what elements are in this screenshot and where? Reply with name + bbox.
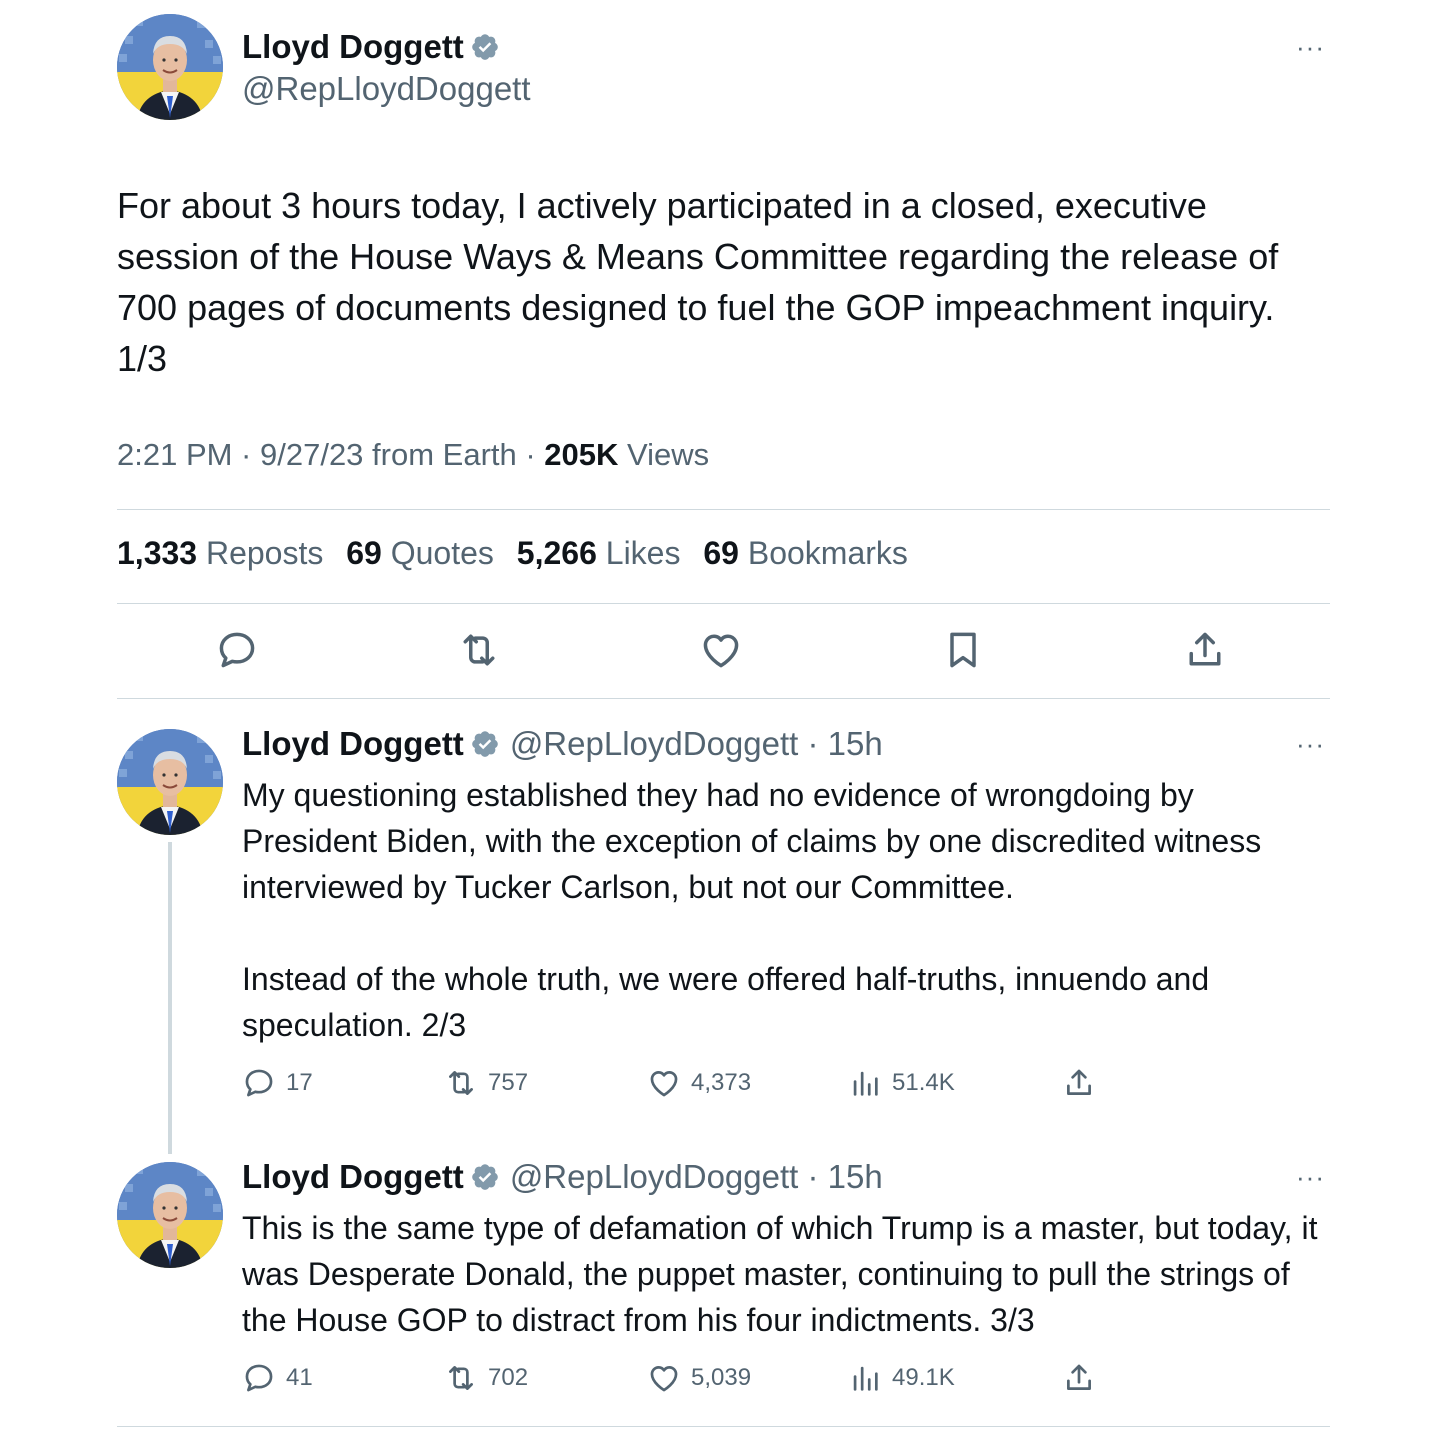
repost-icon — [457, 628, 501, 672]
reply-button[interactable]: 17 — [242, 1066, 313, 1100]
avatar[interactable] — [117, 14, 223, 120]
like-button[interactable]: 5,039 — [647, 1361, 751, 1395]
bookmark-icon — [941, 628, 985, 672]
reply-text: My questioning established they had no e… — [242, 772, 1322, 1048]
more-options-icon[interactable]: ··· — [1296, 731, 1325, 757]
like-icon — [699, 628, 743, 672]
verified-badge-icon — [470, 32, 500, 62]
like-icon — [647, 1066, 681, 1100]
likes-count: 5,039 — [691, 1364, 752, 1391]
reply-icon — [242, 1066, 276, 1100]
more-options-icon[interactable]: ··· — [1296, 1164, 1325, 1190]
tweet-meta: 2:21 PM · 9/27/23 from Earth · 205K View… — [117, 437, 709, 473]
reposts-count: 702 — [488, 1364, 529, 1391]
replies-count: 41 — [286, 1364, 313, 1391]
reply-header: Lloyd Doggett @RepLloydDoggett · 15h — [242, 1155, 883, 1199]
share-button[interactable] — [1183, 628, 1227, 672]
reply-paragraph: Instead of the whole truth, we were offe… — [242, 961, 1210, 1043]
repost-icon — [444, 1066, 478, 1100]
avatar[interactable] — [117, 729, 223, 835]
reposts-label: Reposts — [197, 535, 324, 571]
like-button[interactable] — [699, 628, 743, 672]
views-button[interactable]: 49.1K — [848, 1361, 955, 1395]
share-icon — [1183, 628, 1227, 672]
bookmarks-stat[interactable]: 69 Bookmarks — [703, 535, 908, 571]
tweet-actions — [0, 628, 1447, 678]
quotes-count: 69 — [346, 535, 382, 571]
author-header: Lloyd Doggett @RepLloydDoggett — [242, 26, 531, 108]
reply-button[interactable] — [215, 628, 259, 672]
share-button[interactable] — [1062, 1361, 1106, 1395]
quotes-label: Quotes — [381, 535, 494, 571]
reply-icon — [242, 1361, 276, 1395]
likes-stat[interactable]: 5,266 Likes — [517, 535, 681, 571]
views-count: 205K — [544, 437, 619, 472]
reply-paragraph: My questioning established they had no e… — [242, 777, 1262, 905]
author-handle-time[interactable]: @RepLloydDoggett · 15h — [510, 725, 883, 763]
engagement-stats: 1,333 Reposts 69 Quotes 5,266 Likes 69 B… — [117, 535, 922, 572]
likes-count: 5,266 — [516, 535, 597, 571]
views-count: 49.1K — [892, 1364, 955, 1391]
quotes-stat[interactable]: 69 Quotes — [346, 535, 494, 571]
reply-paragraph: This is the same type of defamation of w… — [242, 1210, 1318, 1338]
reply-actions: 41 702 5,039 49.1K — [242, 1361, 1142, 1397]
share-button[interactable] — [1062, 1066, 1106, 1100]
repost-button[interactable]: 702 — [444, 1361, 528, 1395]
thread-connector-line — [168, 842, 172, 1154]
divider — [117, 509, 1330, 510]
author-name[interactable]: Lloyd Doggett — [242, 725, 464, 763]
reposts-stat[interactable]: 1,333 Reposts — [117, 535, 323, 571]
reply-icon — [215, 628, 259, 672]
views-icon — [848, 1066, 882, 1100]
author-name[interactable]: Lloyd Doggett — [242, 28, 464, 66]
author-handle[interactable]: @RepLloydDoggett — [242, 70, 531, 108]
timestamp[interactable]: 2:21 PM · 9/27/23 from Earth · — [117, 437, 544, 472]
repost-button[interactable]: 757 — [444, 1066, 528, 1100]
author-handle-time[interactable]: @RepLloydDoggett · 15h — [510, 1158, 883, 1196]
like-icon — [647, 1361, 681, 1395]
repost-icon — [444, 1361, 478, 1395]
views-icon — [848, 1361, 882, 1395]
views-button[interactable]: 51.4K — [848, 1066, 955, 1100]
views-label: Views — [618, 437, 710, 472]
replies-count: 17 — [286, 1069, 313, 1096]
bookmarks-label: Bookmarks — [738, 535, 908, 571]
share-icon — [1062, 1361, 1096, 1395]
reply-text: This is the same type of defamation of w… — [242, 1205, 1322, 1343]
like-button[interactable]: 4,373 — [647, 1066, 751, 1100]
divider — [117, 698, 1330, 699]
verified-badge-icon — [470, 729, 500, 759]
divider — [117, 603, 1330, 604]
share-icon — [1062, 1066, 1096, 1100]
reposts-count: 757 — [488, 1069, 529, 1096]
verified-badge-icon — [470, 1162, 500, 1192]
likes-label: Likes — [596, 535, 681, 571]
views-count: 51.4K — [892, 1069, 955, 1096]
reposts-count: 1,333 — [117, 535, 198, 571]
divider — [117, 1426, 1330, 1427]
reply-header: Lloyd Doggett @RepLloydDoggett · 15h — [242, 722, 883, 766]
likes-count: 4,373 — [691, 1069, 752, 1096]
bookmark-button[interactable] — [941, 628, 985, 672]
avatar[interactable] — [117, 1162, 223, 1268]
bookmarks-count: 69 — [703, 535, 739, 571]
tweet-text: For about 3 hours today, I actively part… — [117, 185, 1279, 379]
reply-button[interactable]: 41 — [242, 1361, 313, 1395]
more-options-icon[interactable]: ··· — [1296, 34, 1325, 60]
author-name[interactable]: Lloyd Doggett — [242, 1158, 464, 1196]
repost-button[interactable] — [457, 628, 501, 672]
reply-actions: 17 757 4,373 51.4K — [242, 1066, 1142, 1102]
